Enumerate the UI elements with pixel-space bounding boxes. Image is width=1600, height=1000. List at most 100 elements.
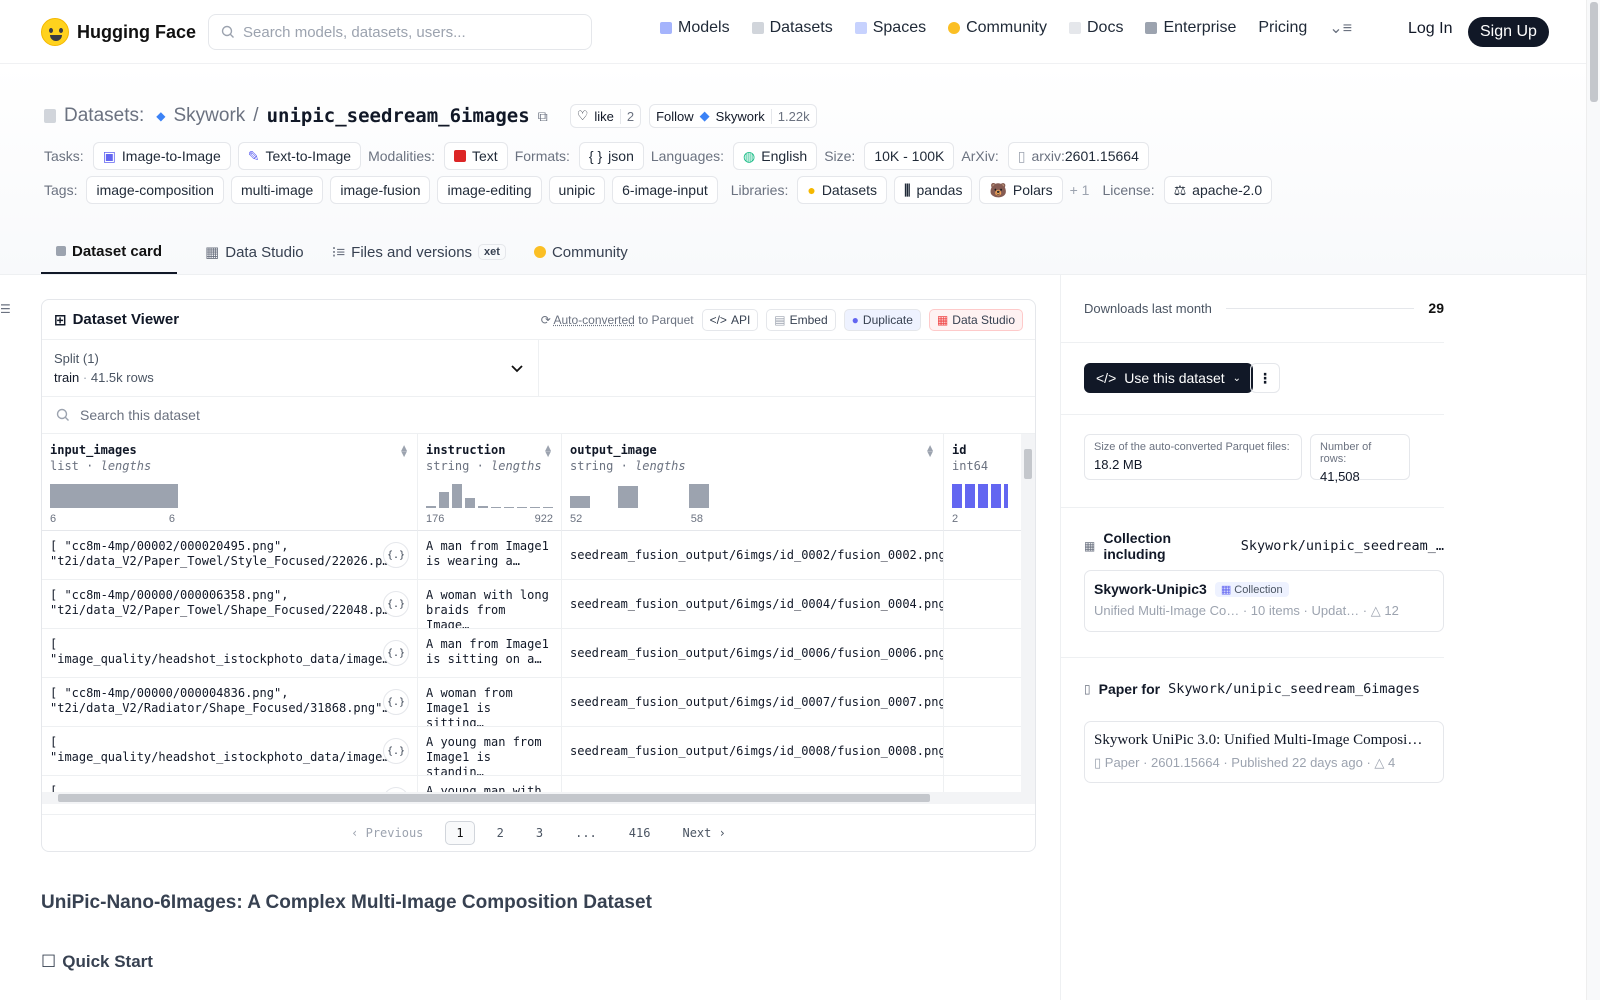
api-button[interactable]: </> API — [701, 308, 759, 331]
column-header[interactable]: output_image string · lengths ▲ ▼ 52 58 — [562, 434, 944, 531]
split-selector[interactable]: Split (1) train · 41.5k rows — [42, 340, 539, 396]
json-view-button[interactable]: {.} — [383, 640, 409, 666]
tab-files[interactable]: ⁝≡ Files and versions xet — [332, 230, 506, 274]
table-cell[interactable]: [ "image_quality/headshot_istockphoto_da… — [42, 727, 418, 776]
vertical-scrollbar[interactable] — [1021, 434, 1035, 792]
nav-community[interactable]: Community — [948, 19, 1047, 37]
tag-item[interactable]: multi-image — [230, 176, 324, 204]
breadcrumb-org[interactable]: Skywork — [174, 105, 246, 127]
histogram-bar[interactable] — [618, 486, 638, 508]
sidebar-toggle-icon[interactable]: ☰ — [0, 302, 11, 316]
histogram-bar[interactable] — [1004, 484, 1008, 508]
table-cell[interactable] — [944, 727, 1022, 776]
nav-docs[interactable]: Docs — [1069, 19, 1123, 37]
histogram-bar[interactable] — [504, 507, 514, 508]
use-dataset-button[interactable]: </> Use this dataset ⌄ — [1084, 363, 1254, 393]
tab-data-studio[interactable]: ▦ Data Studio — [205, 230, 304, 274]
global-search[interactable] — [208, 14, 592, 50]
paper-card[interactable]: Skywork UniPic 3.0: Unified Multi-Image … — [1084, 721, 1444, 783]
breadcrumb-datasets[interactable]: Datasets: — [64, 105, 144, 127]
language-english[interactable]: ◍ English — [733, 142, 818, 170]
prev-page-button[interactable]: ‹ Previous — [341, 822, 433, 844]
table-cell[interactable] — [944, 531, 1022, 580]
histogram-bar[interactable] — [543, 507, 553, 508]
histogram-bar[interactable] — [426, 506, 436, 508]
copy-icon[interactable]: ⧉ — [538, 108, 548, 125]
table-cell[interactable]: seedream_fusion_output/6imgs/id_0007/fus… — [562, 678, 944, 727]
table-cell[interactable]: seedream_fusion_output/6imgs/id_0006/fus… — [562, 629, 944, 678]
tag-item[interactable]: unipic — [548, 176, 606, 204]
library-pandas[interactable]: ⫼ pandas — [894, 176, 973, 204]
histogram-bar[interactable] — [439, 492, 449, 508]
column-header[interactable]: id int64 2 — [944, 434, 1022, 531]
dataset-search-input[interactable] — [80, 407, 580, 423]
column-header[interactable]: instruction string · lengths ▲ ▼ 176 922 — [418, 434, 562, 531]
library-datasets[interactable]: ● Datasets — [797, 176, 888, 204]
nav-datasets[interactable]: Datasets — [751, 19, 833, 37]
embed-button[interactable]: ▤ Embed — [766, 308, 836, 331]
table-cell[interactable]: A woman with long braids from Image… — [418, 580, 562, 629]
more-options-button[interactable]: ⋮ — [1250, 363, 1280, 393]
histogram-bar[interactable] — [965, 484, 975, 508]
table-cell[interactable] — [944, 678, 1022, 727]
table-cell[interactable]: [ "image_quality/headshot_istockphoto_da… — [42, 629, 418, 678]
dataset-name[interactable]: unipic_seedream_6images — [267, 105, 530, 127]
global-search-input[interactable] — [243, 23, 573, 41]
histogram-bar[interactable] — [952, 484, 962, 508]
histogram-bar[interactable] — [478, 506, 488, 508]
table-cell[interactable] — [944, 629, 1022, 678]
tab-community[interactable]: Community — [533, 230, 628, 274]
nav-spaces[interactable]: Spaces — [854, 19, 926, 37]
histogram-bar[interactable] — [517, 507, 527, 508]
table-cell[interactable]: A man from Image1 is sitting on a… — [418, 629, 562, 678]
library-polars[interactable]: 🐻 Polars — [979, 176, 1063, 204]
duplicate-button[interactable]: ● Duplicate — [843, 308, 921, 331]
tab-dataset-card[interactable]: Dataset card — [41, 230, 178, 274]
sort-icon[interactable]: ▲ ▼ — [399, 444, 409, 460]
histogram-bar[interactable] — [452, 484, 462, 508]
page-button[interactable]: 1 — [445, 821, 475, 845]
page-button[interactable]: 416 — [619, 822, 661, 844]
table-cell[interactable]: seedream_fusion_output/6imgs/id_0004/fus… — [562, 580, 944, 629]
format-json[interactable]: { } json — [578, 142, 644, 170]
tag-item[interactable]: image-fusion — [330, 176, 431, 204]
dataset-search[interactable] — [42, 397, 1035, 434]
histogram-bar[interactable] — [530, 507, 540, 508]
histogram-bar[interactable] — [978, 484, 988, 508]
nav-models[interactable]: Models — [660, 19, 730, 37]
tag-item[interactable]: image-composition — [86, 176, 224, 204]
hf-logo[interactable]: Hugging Face — [41, 18, 196, 46]
table-cell[interactable] — [944, 580, 1022, 629]
histogram-bar[interactable] — [689, 484, 709, 508]
table-cell[interactable]: A young man from Image1 is standin… — [418, 727, 562, 776]
task-text-to-image[interactable]: ✎ Text-to-Image — [237, 142, 362, 170]
json-view-button[interactable]: {.} — [383, 591, 409, 617]
histogram-bar[interactable] — [465, 498, 475, 508]
table-cell[interactable]: [ "cc8m-4mp/00000/000006358.png", "t2i/d… — [42, 580, 418, 629]
page-scrollbar[interactable] — [1586, 0, 1600, 1000]
json-view-button[interactable]: {.} — [383, 542, 409, 568]
login-link[interactable]: Log In — [1408, 20, 1452, 38]
follow-button[interactable]: Follow ◆ Skywork 1.22k — [649, 104, 817, 128]
modality-text[interactable]: Text — [444, 142, 508, 170]
histogram-bar[interactable] — [570, 496, 590, 508]
scrollbar-thumb[interactable] — [1590, 2, 1598, 102]
like-button[interactable]: ♡ like 2 — [569, 104, 642, 128]
page-button[interactable]: 3 — [526, 822, 553, 844]
signup-button[interactable]: Sign Up — [1468, 17, 1549, 47]
table-cell[interactable]: A woman from Image1 is sitting… — [418, 678, 562, 727]
table-cell[interactable]: A man from Image1 is wearing a… — [418, 531, 562, 580]
next-page-button[interactable]: Next › — [672, 822, 735, 844]
tag-item[interactable]: 6-image-input — [612, 176, 718, 204]
libraries-more[interactable]: + 1 — [1070, 182, 1090, 198]
column-header[interactable]: input_images list · lengths ▲ ▼ 66 — [42, 434, 418, 531]
auto-converted-note[interactable]: ⟳ Auto-converted to Parquet — [541, 313, 694, 327]
task-image-to-image[interactable]: ▣ Image-to-Image — [92, 142, 231, 170]
table-cell[interactable]: seedream_fusion_output/6imgs/id_0002/fus… — [562, 531, 944, 580]
histogram-bar[interactable] — [491, 507, 501, 508]
nav-pricing[interactable]: Pricing — [1258, 19, 1307, 37]
scrollbar-thumb[interactable] — [1024, 449, 1032, 479]
json-view-button[interactable]: {.} — [383, 689, 409, 715]
collection-card[interactable]: Skywork-Unipic3 ▦ Collection Unified Mult… — [1084, 570, 1444, 632]
sort-icon[interactable]: ▲ ▼ — [925, 444, 935, 460]
